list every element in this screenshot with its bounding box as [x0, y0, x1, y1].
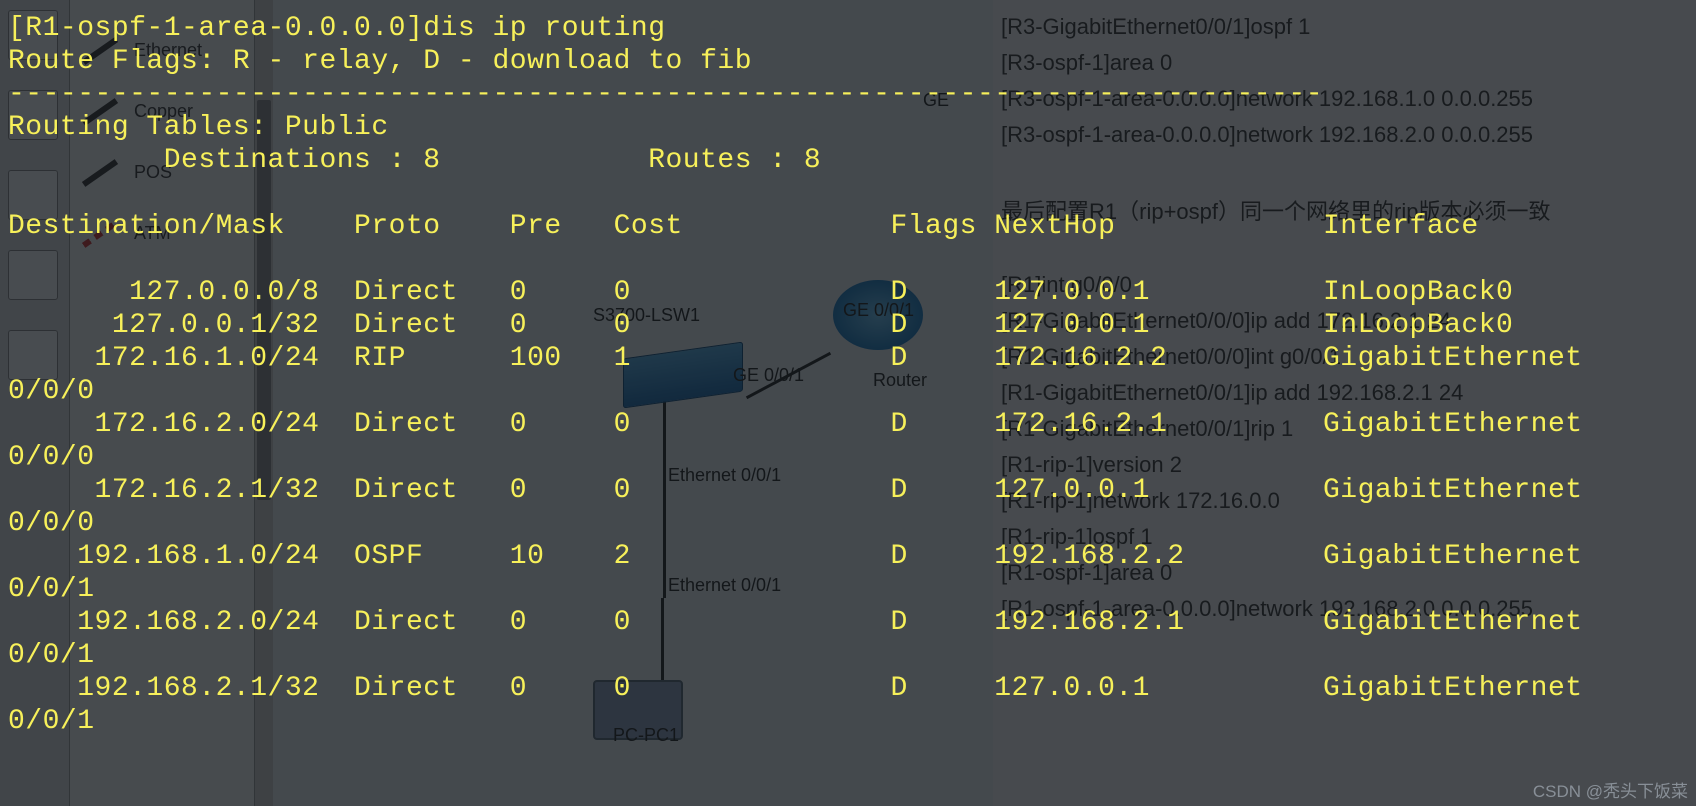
- watermark: CSDN @秃头下饭菜: [1533, 777, 1688, 802]
- cli-terminal-output: [R1-ospf-1-area-0.0.0.0]dis ip routing R…: [0, 0, 1696, 806]
